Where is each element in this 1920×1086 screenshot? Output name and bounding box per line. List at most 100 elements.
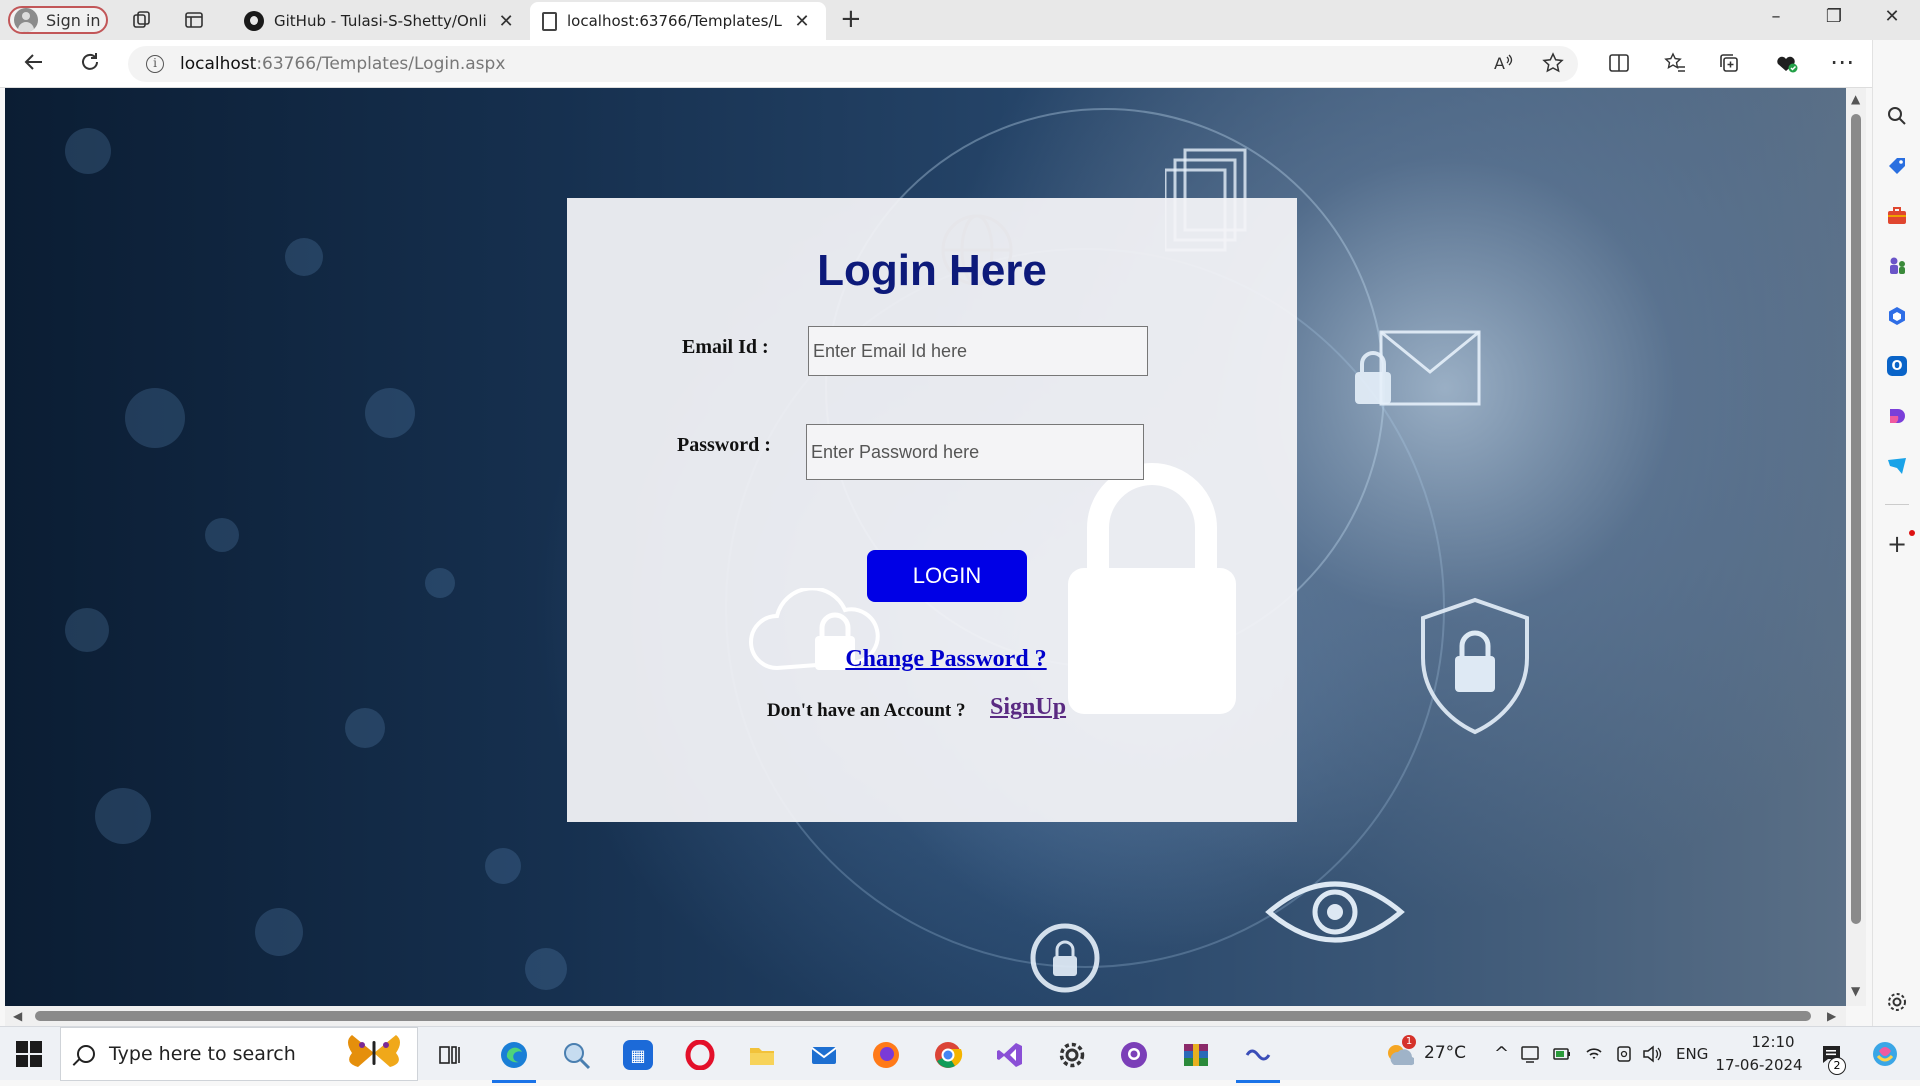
- games-chess-icon[interactable]: [1885, 254, 1909, 278]
- clock-date[interactable]: 17-06-2024: [1714, 1056, 1804, 1074]
- padlock-watermark-icon: [1062, 458, 1242, 722]
- tray-battery-icon[interactable]: [1552, 1045, 1572, 1067]
- tab-close-icon[interactable]: ✕: [792, 11, 812, 32]
- split-screen-icon[interactable]: [1608, 52, 1630, 79]
- signin-label: Sign in: [46, 10, 101, 30]
- profile-avatar-icon: [14, 8, 38, 32]
- email-label: Email Id :: [682, 336, 769, 358]
- envelope-lock-icon: [1355, 328, 1485, 422]
- shopping-tag-icon[interactable]: [1885, 154, 1909, 178]
- scroll-left-icon[interactable]: ◀: [13, 1009, 22, 1023]
- login-title: Login Here: [817, 246, 1047, 295]
- tab-github[interactable]: GitHub - Tulasi-S-Shetty/Online- ✕: [232, 2, 528, 40]
- horizontal-scroll-thumb[interactable]: [35, 1011, 1811, 1021]
- no-account-text: Don't have an Account ?: [767, 700, 966, 721]
- favorites-icon[interactable]: [1664, 52, 1686, 79]
- copilot-preview-icon[interactable]: [1870, 1039, 1900, 1073]
- edge-sidebar: O +: [1872, 40, 1920, 1026]
- more-options-icon[interactable]: ⋯: [1830, 48, 1854, 76]
- refresh-icon[interactable]: [78, 50, 102, 80]
- page-viewport: Login Here Email Id : Password : LOGIN C…: [5, 88, 1846, 1006]
- clock-time[interactable]: 12:10: [1742, 1033, 1804, 1051]
- scroll-up-icon[interactable]: ▲: [1851, 92, 1860, 106]
- password-field[interactable]: [806, 424, 1144, 480]
- edge-taskbar-icon[interactable]: [492, 1035, 536, 1083]
- tray-network-settings-icon[interactable]: [1520, 1044, 1540, 1068]
- opera-icon[interactable]: [678, 1035, 722, 1075]
- windows-start-icon[interactable]: [16, 1041, 42, 1067]
- horizontal-scrollbar[interactable]: ◀ ▶: [5, 1006, 1846, 1026]
- settings-gear-icon[interactable]: [1050, 1035, 1094, 1075]
- designer-icon[interactable]: [1885, 404, 1909, 428]
- tools-briefcase-icon[interactable]: [1885, 204, 1909, 228]
- notification-count: 2: [1828, 1057, 1846, 1075]
- sidebar-settings-icon[interactable]: [1885, 990, 1909, 1014]
- send-icon[interactable]: [1885, 454, 1909, 478]
- search-lock-icon: [1025, 918, 1115, 1006]
- login-button[interactable]: LOGIN: [867, 550, 1027, 602]
- tray-volume-icon[interactable]: [1642, 1044, 1662, 1068]
- change-password-link[interactable]: Change Password ?: [567, 646, 1325, 673]
- vertical-scrollbar[interactable]: ▲ ▼: [1846, 88, 1866, 1006]
- github-desktop-icon[interactable]: [1112, 1035, 1156, 1075]
- winrar-icon[interactable]: [1174, 1035, 1218, 1075]
- file-explorer-icon[interactable]: [740, 1035, 784, 1075]
- tab-close-icon[interactable]: ✕: [496, 11, 516, 32]
- page-icon: [542, 11, 557, 31]
- file-search-icon[interactable]: [554, 1035, 598, 1075]
- password-label: Password :: [677, 434, 771, 456]
- outlook-icon[interactable]: O: [1885, 354, 1909, 378]
- workspaces-icon[interactable]: [128, 6, 156, 34]
- mail-icon[interactable]: [802, 1035, 846, 1075]
- svg-text:A: A: [1494, 54, 1505, 73]
- new-tab-icon[interactable]: +: [840, 4, 862, 34]
- chrome-icon[interactable]: [926, 1035, 970, 1075]
- task-view-icon[interactable]: [428, 1035, 472, 1075]
- shield-lock-icon: [1415, 596, 1535, 740]
- url-host: localhost: [180, 54, 257, 74]
- minimize-button[interactable]: –: [1756, 6, 1796, 27]
- scroll-down-icon[interactable]: ▼: [1851, 984, 1860, 998]
- close-window-button[interactable]: ✕: [1872, 6, 1912, 27]
- restore-button[interactable]: ❐: [1814, 6, 1854, 27]
- tab-title: GitHub - Tulasi-S-Shetty/Online-: [274, 12, 487, 30]
- url-path: :63766/Templates/Login.aspx: [256, 54, 506, 74]
- url-field[interactable]: i localhost :63766/Templates/Login.aspx: [128, 46, 1578, 82]
- tray-chevron-icon[interactable]: ^: [1494, 1043, 1509, 1064]
- notification-dot: [1909, 530, 1915, 536]
- tray-device-icon[interactable]: [1614, 1044, 1634, 1068]
- visual-studio-code-icon[interactable]: [1236, 1035, 1280, 1083]
- browser-essentials-icon[interactable]: [1774, 52, 1798, 79]
- weather-temperature[interactable]: 27°C: [1424, 1043, 1466, 1063]
- firefox-icon[interactable]: [864, 1035, 908, 1075]
- visual-studio-icon[interactable]: [988, 1035, 1032, 1075]
- search-icon: [77, 1045, 95, 1063]
- tab-login[interactable]: localhost:63766/Templates/Login ✕: [530, 2, 826, 40]
- weather-badge: 1: [1402, 1035, 1416, 1049]
- windows-taskbar: Type here to search ▦ 1 27°C ^ ENG 12:10…: [0, 1026, 1920, 1083]
- vertical-scroll-thumb[interactable]: [1851, 114, 1861, 924]
- browser-tab-strip: Sign in GitHub - Tulasi-S-Shetty/Online-…: [0, 0, 1920, 40]
- butterfly-highlight-icon: [342, 1029, 406, 1086]
- sidebar-divider: [1885, 504, 1909, 505]
- signup-link[interactable]: SignUp: [990, 694, 1066, 721]
- tray-wifi-icon[interactable]: [1584, 1044, 1604, 1068]
- site-info-icon[interactable]: i: [146, 55, 164, 73]
- back-icon[interactable]: [22, 50, 46, 80]
- scroll-right-icon[interactable]: ▶: [1827, 1009, 1836, 1023]
- profile-signin-button[interactable]: Sign in: [8, 6, 108, 34]
- tray-language[interactable]: ENG: [1676, 1045, 1708, 1063]
- sidebar-search-icon[interactable]: [1885, 104, 1909, 128]
- read-aloud-icon[interactable]: A: [1492, 52, 1514, 79]
- collections-icon[interactable]: [1718, 52, 1740, 79]
- taskbar-search-placeholder: Type here to search: [109, 1043, 296, 1065]
- eye-icon: [1265, 872, 1405, 956]
- microsoft-store-icon[interactable]: ▦: [616, 1035, 660, 1075]
- github-icon: [244, 11, 264, 31]
- tab-actions-icon[interactable]: [180, 6, 208, 34]
- email-field[interactable]: [808, 326, 1148, 376]
- login-card: Login Here Email Id : Password : LOGIN C…: [567, 198, 1297, 822]
- sidebar-add-icon[interactable]: +: [1885, 530, 1909, 558]
- favorite-star-icon[interactable]: [1542, 52, 1564, 79]
- microsoft-365-icon[interactable]: [1885, 304, 1909, 328]
